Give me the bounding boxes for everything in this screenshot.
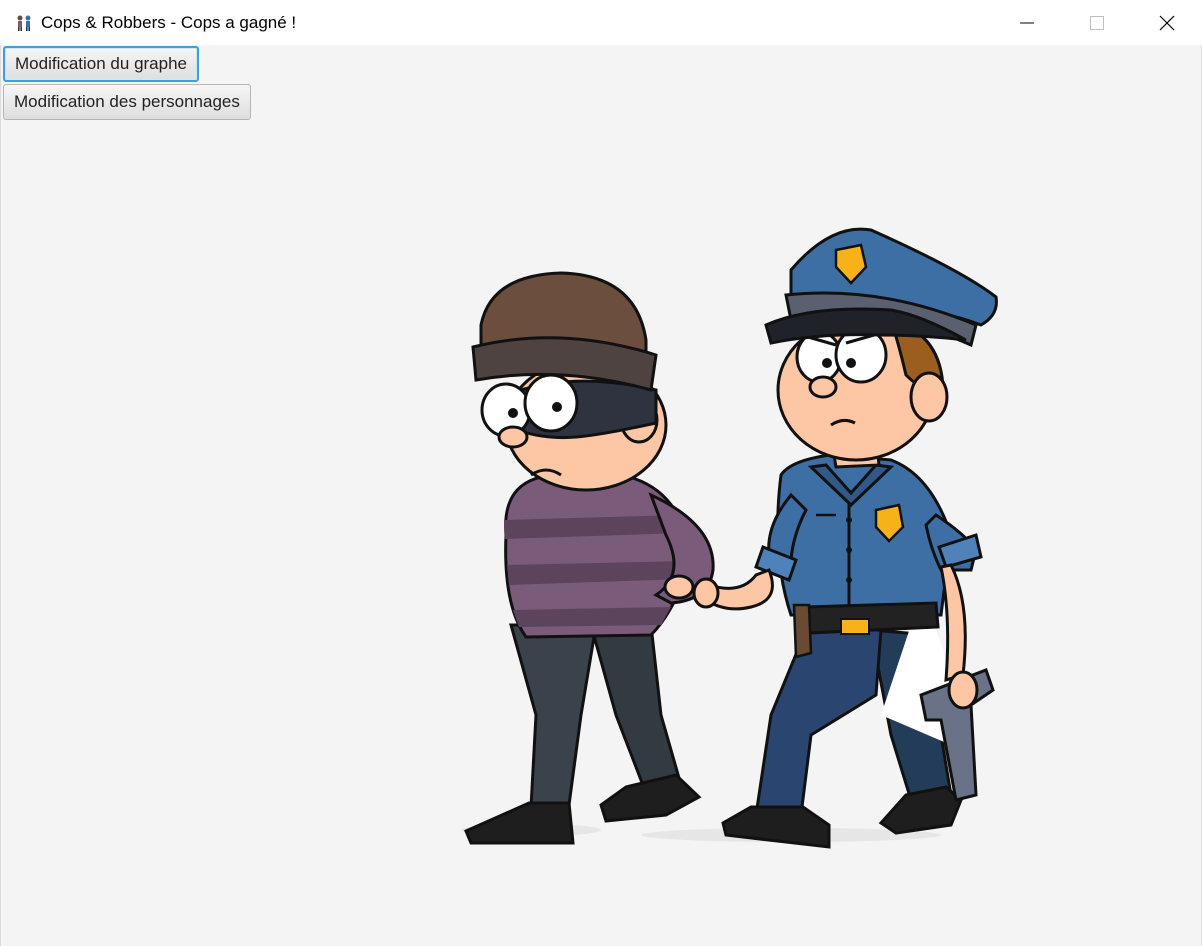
minimize-button[interactable] <box>992 0 1062 45</box>
window-controls <box>992 0 1202 45</box>
maximize-button[interactable] <box>1062 0 1132 45</box>
minimize-icon <box>1020 22 1034 23</box>
window-title: Cops & Robbers - Cops a gagné ! <box>41 12 297 32</box>
maximize-icon <box>1090 15 1104 30</box>
close-icon <box>1159 15 1175 30</box>
close-button[interactable] <box>1132 0 1202 45</box>
edit-graph-button[interactable]: Modification du graphe <box>3 46 200 82</box>
edit-characters-button[interactable]: Modification des personnages <box>3 84 251 120</box>
window-titlebar[interactable]: Cops & Robbers - Cops a gagné ! <box>0 0 1202 45</box>
cop-arresting-robber-illustration <box>461 227 998 849</box>
people-icon <box>15 14 33 32</box>
main-content: Modification du graphe Modification des … <box>0 45 1202 946</box>
